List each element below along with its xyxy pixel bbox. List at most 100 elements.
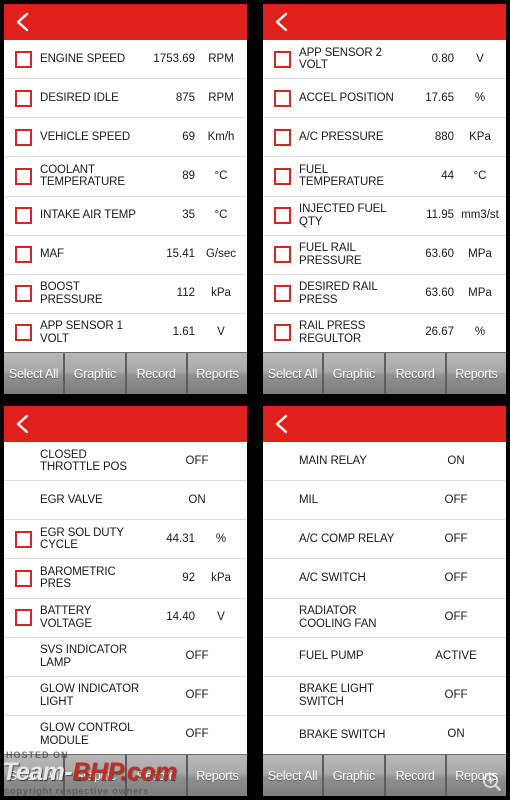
checkbox-cell[interactable] — [12, 324, 34, 342]
checkbox-cell[interactable] — [12, 569, 34, 587]
table-row[interactable]: RAIL PRESS REGULTOR 26.67% — [263, 313, 506, 352]
parameter-value: OFF — [185, 728, 209, 741]
checkbox-cell[interactable] — [12, 167, 34, 185]
parameter-label: BAROMETRIC PRES — [40, 565, 116, 591]
checkbox-cell[interactable] — [12, 530, 34, 548]
table-row[interactable]: A/C PRESSURE 880 KPa — [263, 118, 506, 158]
row-checkbox[interactable] — [14, 89, 32, 107]
table-row[interactable]: EGR SOL DUTY CYCLE 44.31% — [4, 520, 247, 560]
table-row[interactable]: COOLANT TEMPERATURE 89 °C — [4, 157, 247, 197]
row-checkbox[interactable] — [14, 324, 32, 342]
table-row[interactable]: BRAKE SWITCH ON — [263, 715, 506, 754]
table-row[interactable]: BATTERY VOLTAGE 14.40 V — [4, 598, 247, 638]
table-row[interactable]: RADIATOR COOLING FAN OFF — [263, 598, 506, 638]
table-row[interactable]: INTAKE AIR TEMP 35 °C — [4, 196, 247, 236]
parameter-value: OFF — [444, 532, 468, 545]
table-row[interactable]: CLOSED THROTTLE POS OFF — [4, 442, 247, 482]
graphic-button[interactable]: Graphic — [324, 755, 386, 796]
row-checkbox[interactable] — [14, 167, 32, 185]
table-row[interactable]: APP SENSOR 1 VOLT 1.61 V — [4, 313, 247, 352]
checkbox-cell[interactable] — [271, 128, 293, 146]
record-button[interactable]: Record — [126, 755, 188, 796]
checkbox-cell[interactable] — [271, 324, 293, 342]
row-checkbox[interactable] — [273, 50, 291, 68]
row-checkbox[interactable] — [273, 128, 291, 146]
table-row[interactable]: GLOW INDICATOR LIGHT OFF — [4, 676, 247, 716]
row-checkbox[interactable] — [14, 50, 32, 68]
row-checkbox[interactable] — [14, 530, 32, 548]
table-row[interactable]: A/C SWITCH OFF — [263, 559, 506, 599]
row-checkbox[interactable] — [273, 285, 291, 303]
table-row[interactable]: INJECTED FUEL QTY 11.95 mm3/st — [263, 196, 506, 236]
row-checkbox[interactable] — [14, 128, 32, 146]
row-checkbox[interactable] — [14, 609, 32, 627]
parameter-value: 26.67 — [425, 326, 454, 339]
table-row[interactable]: DESIRED RAIL PRESS 63.60 MPa — [263, 274, 506, 314]
checkbox-cell[interactable] — [12, 246, 34, 264]
table-row[interactable]: DESIRED IDLE 875 RPM — [4, 79, 247, 119]
record-button[interactable]: Record — [385, 755, 447, 796]
checkbox-cell[interactable] — [271, 50, 293, 68]
reports-button[interactable]: Reports — [187, 755, 247, 796]
chevron-left-icon[interactable] — [274, 413, 290, 435]
magnifier-plus-icon[interactable] — [481, 771, 503, 793]
select-all-button[interactable]: Select All — [4, 755, 66, 796]
checkbox-cell[interactable] — [12, 128, 34, 146]
row-checkbox[interactable] — [273, 324, 291, 342]
checkbox-cell[interactable] — [12, 609, 34, 627]
reports-button[interactable]: Reports — [187, 353, 247, 394]
parameter-unit: MPa — [468, 248, 492, 261]
table-row[interactable]: MAIN RELAY ON — [263, 442, 506, 482]
graphic-button[interactable]: Graphic — [324, 353, 386, 394]
row-checkbox[interactable] — [14, 246, 32, 264]
table-row[interactable]: MIL OFF — [263, 481, 506, 521]
graphic-button[interactable]: Graphic — [65, 755, 127, 796]
table-row[interactable]: BRAKE LIGHT SWITCH OFF — [263, 676, 506, 716]
row-checkbox[interactable] — [273, 207, 291, 225]
reports-button[interactable]: Reports — [446, 353, 506, 394]
row-checkbox[interactable] — [14, 207, 32, 225]
row-checkbox[interactable] — [14, 569, 32, 587]
checkbox-cell[interactable] — [12, 285, 34, 303]
table-row[interactable]: FUEL RAIL PRESSURE 63.60 MPa — [263, 235, 506, 275]
table-row[interactable]: FUEL TEMPERATURE 44 °C — [263, 157, 506, 197]
record-button[interactable]: Record — [385, 353, 447, 394]
table-row[interactable]: EGR VALVE ON — [4, 481, 247, 521]
checkbox-cell[interactable] — [271, 207, 293, 225]
table-row[interactable]: A/C COMP RELAY OFF — [263, 520, 506, 560]
chevron-left-icon[interactable] — [15, 413, 31, 435]
row-checkbox[interactable] — [14, 285, 32, 303]
row-checkbox[interactable] — [273, 246, 291, 264]
checkbox-cell[interactable] — [12, 89, 34, 107]
table-row[interactable]: APP SENSOR 2 VOLT 0.80 V — [263, 40, 506, 80]
table-row[interactable]: FUEL PUMP ACTIVE — [263, 637, 506, 677]
select-all-button[interactable]: Select All — [4, 353, 66, 394]
checkbox-cell[interactable] — [271, 246, 293, 264]
bottom-toolbar: Select All Graphic Record Reports — [4, 754, 247, 796]
table-row[interactable]: ACCEL POSITION 17.65% — [263, 79, 506, 119]
checkbox-cell — [271, 726, 293, 743]
table-row[interactable]: VEHICLE SPEED 69 Km/h — [4, 118, 247, 158]
checkbox-cell[interactable] — [12, 207, 34, 225]
table-row[interactable]: MAF 15.41 G/sec — [4, 235, 247, 275]
parameter-unit: kPa — [211, 571, 231, 584]
checkbox-cell[interactable] — [271, 89, 293, 107]
table-row[interactable]: SVS INDICATOR LAMP OFF — [4, 637, 247, 677]
parameter-value: OFF — [444, 689, 468, 702]
select-all-button[interactable]: Select All — [263, 755, 325, 796]
table-row[interactable]: BAROMETRIC PRES 92 kPa — [4, 559, 247, 599]
record-button[interactable]: Record — [126, 353, 188, 394]
row-checkbox[interactable] — [273, 89, 291, 107]
table-row[interactable]: GLOW CONTROL MODULE OFF — [4, 715, 247, 754]
table-row[interactable]: BOOST PRESSURE 112 kPa — [4, 274, 247, 314]
parameter-value: 112 — [176, 287, 195, 300]
checkbox-cell[interactable] — [271, 167, 293, 185]
checkbox-cell[interactable] — [271, 285, 293, 303]
table-row[interactable]: ENGINE SPEED 1753.69 RPM — [4, 40, 247, 80]
chevron-left-icon[interactable] — [15, 11, 31, 33]
select-all-button[interactable]: Select All — [263, 353, 325, 394]
graphic-button[interactable]: Graphic — [65, 353, 127, 394]
chevron-left-icon[interactable] — [274, 11, 290, 33]
row-checkbox[interactable] — [273, 167, 291, 185]
checkbox-cell[interactable] — [12, 50, 34, 68]
